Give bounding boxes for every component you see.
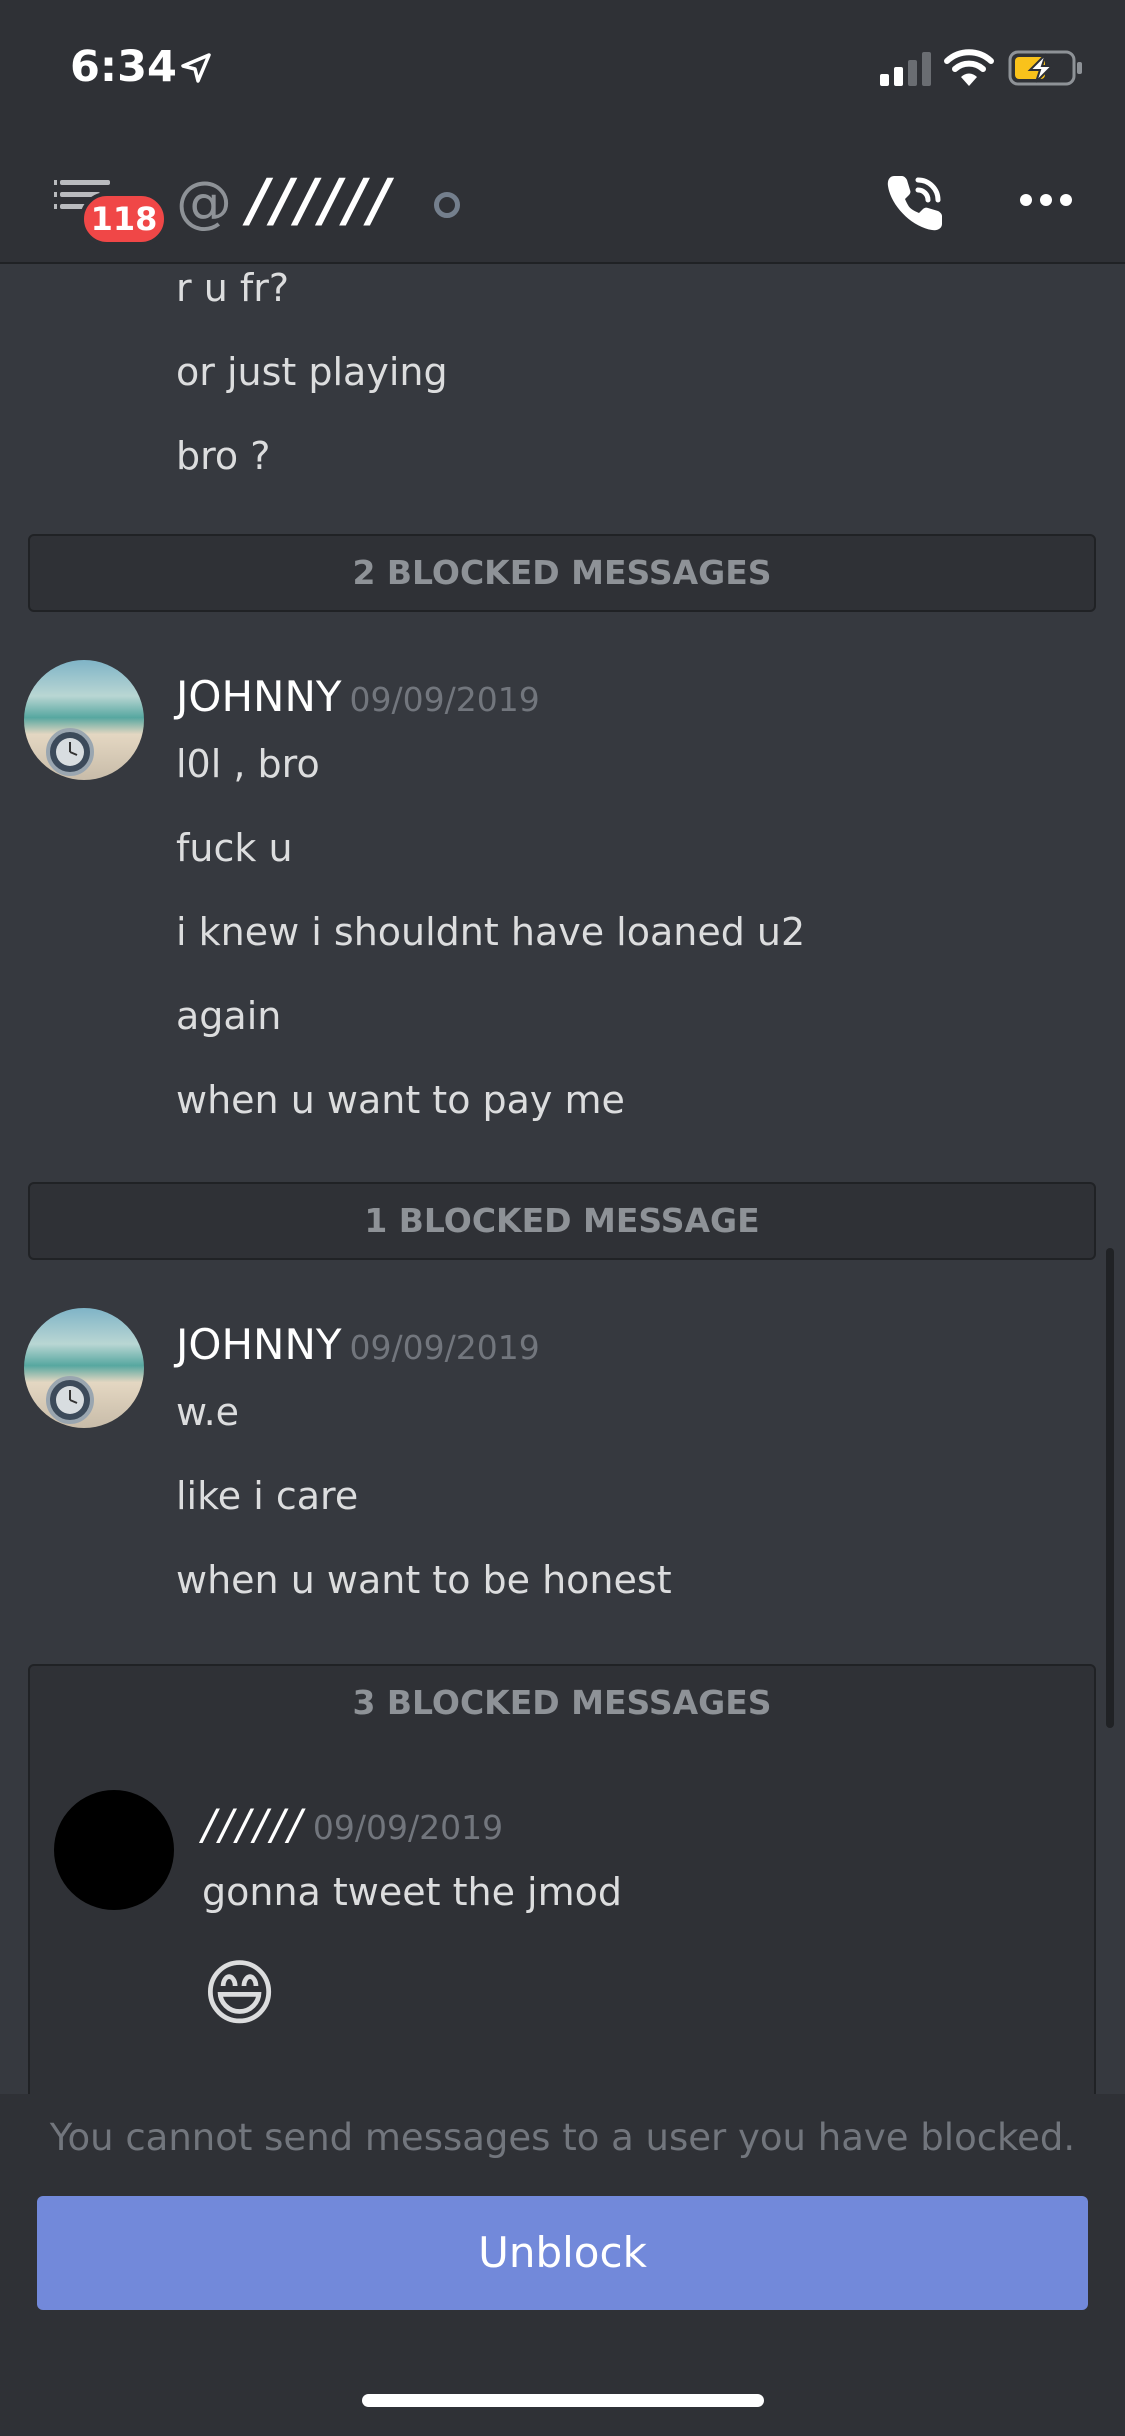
message-line: i knew i shouldnt have loaned u2 [176, 910, 806, 954]
location-arrow-icon [180, 52, 212, 88]
message-line: again [176, 994, 282, 1038]
at-icon: @ [176, 170, 232, 235]
channel-header: 118 @ ////// [0, 140, 1125, 264]
author-name[interactable]: JOHNNY [176, 672, 342, 721]
message-line: like i care [176, 1474, 359, 1518]
signal-icon [880, 52, 934, 90]
message-timestamp: 09/09/2019 [312, 1808, 504, 1847]
wifi-icon [944, 48, 994, 92]
message-author[interactable]: JOHNNY 09/09/2019 [176, 672, 540, 721]
message-timestamp: 09/09/2019 [349, 680, 540, 719]
message-timestamp: 09/09/2019 [349, 1328, 540, 1367]
battery-charging-icon [1008, 50, 1084, 90]
channel-name[interactable]: ////// [248, 166, 393, 234]
unread-badge: 118 [80, 192, 168, 246]
blocked-messages-bar[interactable]: 1 BLOCKED MESSAGE [28, 1182, 1096, 1260]
message-line: r u fr? [176, 266, 290, 310]
smile-emoji-icon: 😄 [202, 1951, 278, 2035]
message-line: bro ? [176, 434, 271, 478]
blocked-footer: You cannot send messages to a user you h… [0, 2094, 1125, 2436]
message-list[interactable]: r u fr? or just playing bro ? 2 BLOCKED … [0, 264, 1125, 2094]
message-line: l0l , bro [176, 742, 320, 786]
scrollbar[interactable] [1106, 1248, 1114, 1728]
message-line: w.e [176, 1390, 240, 1434]
author-name[interactable]: JOHNNY [176, 1320, 342, 1369]
message-line: gonna tweet the jmod [202, 1870, 623, 1914]
status-bar: 6:34 [0, 0, 1125, 140]
home-indicator[interactable] [362, 2394, 764, 2407]
blocked-messages-bar[interactable]: 3 BLOCKED MESSAGES [30, 1666, 1094, 1740]
more-options-icon[interactable] [1018, 192, 1074, 212]
blocked-notice: You cannot send messages to a user you h… [49, 2116, 1076, 2159]
expanded-blocked-messages[interactable]: 3 BLOCKED MESSAGES //////09/09/2019 gonn… [28, 1664, 1096, 2094]
message-line: fuck u [176, 826, 293, 870]
call-icon[interactable] [882, 170, 948, 240]
message-author[interactable]: //////09/09/2019 [202, 1800, 503, 1849]
avatar[interactable] [24, 1308, 144, 1428]
status-time: 6:34 [70, 42, 177, 92]
presence-status-icon [434, 192, 460, 218]
avatar[interactable] [54, 1790, 174, 1910]
unblock-button[interactable]: Unblock [37, 2196, 1088, 2310]
message-line: or just playing [176, 350, 448, 394]
blocked-messages-bar[interactable]: 2 BLOCKED MESSAGES [28, 534, 1096, 612]
message-line: when u want to be honest [176, 1558, 672, 1602]
message-author[interactable]: JOHNNY 09/09/2019 [176, 1320, 540, 1369]
message-line: when u want to pay me [176, 1078, 625, 1122]
author-name[interactable]: ////// [202, 1800, 305, 1849]
avatar[interactable] [24, 660, 144, 780]
